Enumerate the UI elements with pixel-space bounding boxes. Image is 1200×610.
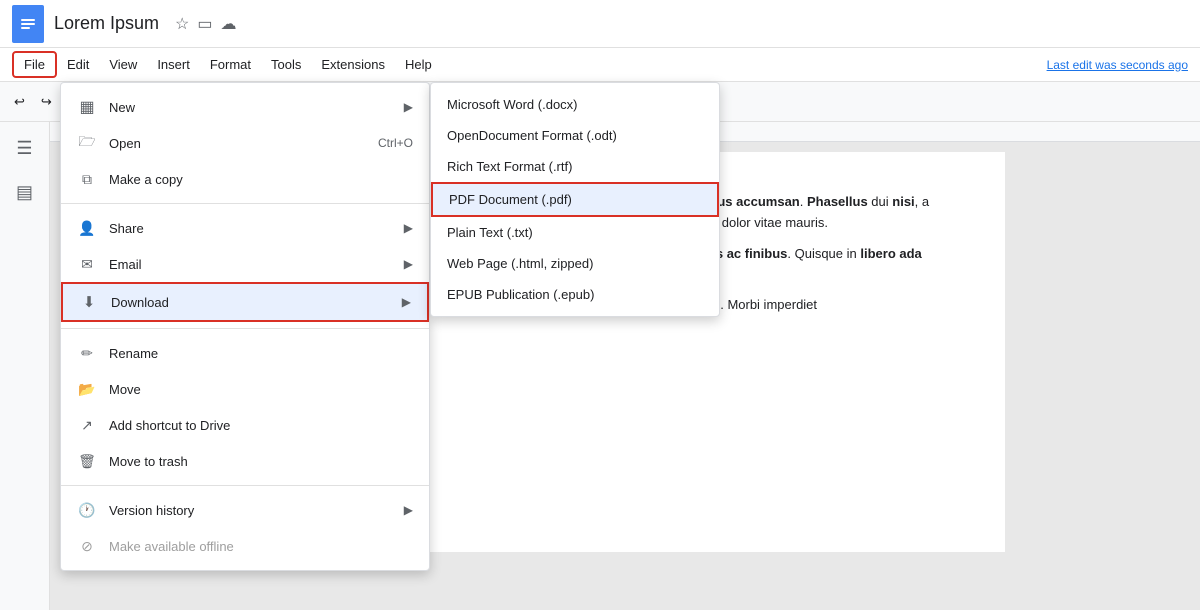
menu-extensions[interactable]: Extensions: [311, 53, 395, 76]
offline-icon: ⊘: [77, 536, 97, 556]
top-bar: Lorem Ipsum ☆ ▭ ☁: [0, 0, 1200, 48]
rename-icon: ✏: [77, 343, 97, 363]
version-label: Version history: [109, 503, 194, 518]
email-icon: ✉: [77, 254, 97, 274]
version-icon: 🕐: [77, 500, 97, 520]
version-arrow: ▶: [404, 503, 413, 517]
file-menu-divider-3: [61, 485, 429, 486]
shortcut-label: Add shortcut to Drive: [109, 418, 230, 433]
file-menu-trash[interactable]: 🗑 Move to trash: [61, 443, 429, 479]
redo-button[interactable]: ↪: [35, 90, 58, 114]
last-edit-label[interactable]: Last edit was seconds ago: [1047, 58, 1188, 72]
file-menu-version[interactable]: 🕐 Version history ▶: [61, 492, 429, 528]
file-menu-open[interactable]: 🗁 Open Ctrl+O: [61, 125, 429, 161]
menu-format[interactable]: Format: [200, 53, 261, 76]
file-menu-divider-2: [61, 328, 429, 329]
download-submenu: Microsoft Word (.docx) OpenDocument Form…: [430, 82, 720, 317]
download-odt[interactable]: OpenDocument Format (.odt): [431, 120, 719, 151]
file-menu-shortcut[interactable]: ↗ Add shortcut to Drive: [61, 407, 429, 443]
download-txt[interactable]: Plain Text (.txt): [431, 217, 719, 248]
download-label: Download: [111, 295, 169, 310]
undo-button[interactable]: ↩: [8, 90, 31, 114]
file-menu-offline: ⊘ Make available offline: [61, 528, 429, 564]
new-arrow: ▶: [404, 100, 413, 114]
file-menu-copy[interactable]: ⧉ Make a copy: [61, 161, 429, 197]
doc-title: Lorem Ipsum: [54, 13, 159, 34]
offline-label: Make available offline: [109, 539, 234, 554]
download-epub[interactable]: EPUB Publication (.epub): [431, 279, 719, 310]
sidebar-outline-icon[interactable]: ☰: [7, 130, 43, 166]
open-label: Open: [109, 136, 141, 151]
new-icon: ▦: [77, 97, 97, 117]
open-shortcut: Ctrl+O: [378, 136, 413, 150]
file-menu-move[interactable]: 📂 Move: [61, 371, 429, 407]
email-label: Email: [109, 257, 142, 272]
title-icons: ☆ ▭ ☁: [175, 14, 236, 34]
download-arrow: ▶: [402, 295, 411, 309]
file-menu-download[interactable]: ⬇ Download ▶: [61, 282, 429, 322]
download-rtf[interactable]: Rich Text Format (.rtf): [431, 151, 719, 182]
email-arrow: ▶: [404, 257, 413, 271]
rename-label: Rename: [109, 346, 158, 361]
file-menu-divider-1: [61, 203, 429, 204]
menu-view[interactable]: View: [99, 53, 147, 76]
menu-edit[interactable]: Edit: [57, 53, 99, 76]
menu-insert[interactable]: Insert: [147, 53, 200, 76]
menu-file[interactable]: File: [12, 51, 57, 78]
menu-bar: File Edit View Insert Format Tools Exten…: [0, 48, 1200, 82]
copy-icon: ⧉: [77, 169, 97, 189]
menu-help[interactable]: Help: [395, 53, 442, 76]
move-label: Move: [109, 382, 141, 397]
star-icon[interactable]: ☆: [175, 14, 189, 34]
file-menu-email[interactable]: ✉ Email ▶: [61, 246, 429, 282]
trash-icon: 🗑: [77, 451, 97, 471]
copy-label: Make a copy: [109, 172, 183, 187]
file-menu-rename[interactable]: ✏ Rename: [61, 335, 429, 371]
sidebar-layout-icon[interactable]: ▤: [7, 174, 43, 210]
present-icon[interactable]: ▭: [197, 14, 212, 34]
download-html[interactable]: Web Page (.html, zipped): [431, 248, 719, 279]
trash-label: Move to trash: [109, 454, 188, 469]
doc-icon: [12, 5, 44, 43]
open-icon: 🗁: [77, 133, 97, 153]
file-menu-new[interactable]: ▦ New ▶: [61, 89, 429, 125]
file-menu-dropdown: ▦ New ▶ 🗁 Open Ctrl+O ⧉ Make a copy 👤 Sh…: [60, 82, 430, 571]
shortcut-icon: ↗: [77, 415, 97, 435]
download-pdf[interactable]: PDF Document (.pdf): [431, 182, 719, 217]
share-icon: 👤: [77, 218, 97, 238]
sidebar: ☰ ▤: [0, 122, 50, 610]
new-label: New: [109, 100, 135, 115]
download-icon: ⬇: [79, 292, 99, 312]
share-label: Share: [109, 221, 144, 236]
share-arrow: ▶: [404, 221, 413, 235]
menu-tools[interactable]: Tools: [261, 53, 311, 76]
file-menu-share[interactable]: 👤 Share ▶: [61, 210, 429, 246]
cloud-icon[interactable]: ☁: [221, 14, 237, 34]
move-icon: 📂: [77, 379, 97, 399]
download-docx[interactable]: Microsoft Word (.docx): [431, 89, 719, 120]
